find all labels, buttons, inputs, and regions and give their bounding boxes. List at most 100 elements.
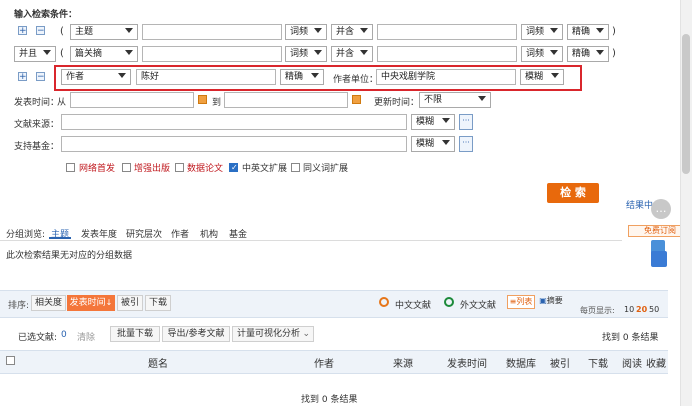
calendar-icon[interactable]: [352, 95, 361, 104]
select-all-checkbox[interactable]: [6, 356, 15, 365]
fund-label: 支持基金：: [14, 142, 60, 152]
export-button[interactable]: 导出/参考文献: [162, 326, 230, 342]
paren-close: ): [612, 26, 616, 37]
result-in-link[interactable]: 结果中: [626, 198, 653, 211]
keyword-input-2[interactable]: [377, 24, 517, 40]
keyword-input-1[interactable]: [142, 24, 282, 40]
operator-select-1[interactable]: 并含: [331, 24, 373, 40]
batch-download-button[interactable]: 批量下载: [110, 326, 160, 342]
operator-select-2[interactable]: 并含: [331, 46, 373, 62]
found-count-top: 找到 0 条结果: [602, 333, 659, 343]
match-type-select-1[interactable]: 词频: [285, 24, 327, 40]
group-tab-level[interactable]: 研究层次: [126, 227, 162, 240]
match-type-select-3[interactable]: 词频: [285, 46, 327, 62]
checkbox-online-first[interactable]: [66, 163, 75, 172]
unit-label: 作者单位：: [333, 75, 379, 85]
clear-link[interactable]: 清除: [77, 330, 95, 343]
lang-en[interactable]: 外文文献: [460, 298, 496, 311]
field-select-2[interactable]: 篇关摘: [70, 46, 138, 62]
date-from-input[interactable]: [70, 92, 194, 108]
match-type-select-2[interactable]: 词频: [521, 24, 563, 40]
checkbox-label: 数据论文: [187, 164, 224, 174]
field-select-1[interactable]: 主题: [70, 24, 138, 40]
author-precision-select[interactable]: 精确: [280, 69, 324, 85]
source-label: 文献来源：: [14, 120, 60, 130]
chevron-down-icon: ⌄: [302, 329, 310, 339]
checkbox-cn-en-expand[interactable]: [229, 163, 238, 172]
paren-open: (: [60, 48, 64, 59]
col-database[interactable]: 数据库: [506, 355, 536, 370]
selected-label: 已选文献:: [18, 333, 58, 343]
group-tab-author[interactable]: 作者: [171, 227, 189, 240]
sort-cited[interactable]: 被引: [117, 295, 143, 311]
group-tab-year[interactable]: 发表年度: [81, 227, 117, 240]
col-cited[interactable]: 被引: [550, 355, 570, 370]
add-author-icon[interactable]: +: [18, 72, 27, 82]
logic-select-2[interactable]: 并且: [14, 46, 56, 62]
per-page-50[interactable]: 50: [649, 305, 659, 314]
foreign-literature-icon[interactable]: [444, 297, 454, 307]
col-title[interactable]: 题名: [148, 355, 168, 370]
unit-input[interactable]: 中央戏剧学院: [376, 69, 516, 85]
keyword-input-4[interactable]: [377, 46, 517, 62]
source-input[interactable]: [61, 114, 407, 130]
checkbox-label: 网络首发: [79, 164, 116, 174]
col-source[interactable]: 来源: [393, 355, 413, 370]
author-input[interactable]: 陈好: [136, 69, 276, 85]
sort-relevance[interactable]: 相关度: [31, 295, 66, 311]
sort-publish-time[interactable]: 发表时间↓: [67, 295, 115, 311]
publish-time-label: 发表时间：: [14, 98, 60, 108]
lang-cn[interactable]: 中文文献: [395, 298, 431, 311]
col-read[interactable]: 阅读: [622, 355, 642, 370]
feedback-icon[interactable]: …: [651, 199, 671, 219]
per-page-label: 每页显示:: [580, 306, 615, 315]
view-list-button[interactable]: ≡列表: [507, 295, 535, 309]
col-publish-time[interactable]: 发表时间: [447, 355, 487, 370]
chinese-literature-icon[interactable]: [379, 297, 389, 307]
checkbox-synonym-expand[interactable]: [291, 163, 300, 172]
col-favorite[interactable]: 收藏: [646, 355, 666, 370]
match-type-select-4[interactable]: 词频: [521, 46, 563, 62]
list-icon[interactable]: [651, 251, 667, 267]
update-time-select[interactable]: 不限: [419, 92, 491, 108]
remove-author-icon[interactable]: −: [36, 72, 45, 82]
author-field-select[interactable]: 作者: [61, 69, 131, 85]
keyword-input-3[interactable]: [142, 46, 282, 62]
to-label: 到: [212, 98, 222, 108]
add-row-icon[interactable]: +: [18, 26, 27, 36]
fund-precision-select[interactable]: 模糊: [411, 136, 455, 152]
col-download[interactable]: 下载: [588, 355, 608, 370]
group-tab-institution[interactable]: 机构: [200, 227, 218, 240]
more-options-icon[interactable]: ···: [459, 136, 473, 152]
group-tab-fund[interactable]: 基金: [229, 227, 247, 240]
unit-precision-select[interactable]: 模糊: [520, 69, 564, 85]
search-title: 输入检索条件：: [14, 10, 78, 20]
precision-select-1[interactable]: 精确: [567, 24, 609, 40]
selected-count: 0: [61, 330, 67, 340]
search-button[interactable]: 检 索: [547, 183, 599, 203]
sort-label: 排序:: [8, 301, 30, 311]
precision-select-2[interactable]: 精确: [567, 46, 609, 62]
view-abstract-button[interactable]: ▣摘要: [537, 295, 565, 309]
found-count-bottom: 找到 0 条结果: [301, 395, 358, 405]
scrollbar-thumb[interactable]: [682, 34, 690, 174]
update-time-label: 更新时间：: [374, 98, 420, 108]
checkbox-label: 中英文扩展: [242, 164, 288, 174]
remove-row-icon[interactable]: −: [36, 26, 45, 36]
checkbox-label: 同义词扩展: [303, 164, 349, 174]
from-label: 从: [57, 98, 67, 108]
checkbox-enhanced[interactable]: [122, 163, 131, 172]
checkbox-data-paper[interactable]: [175, 163, 184, 172]
fund-input[interactable]: [61, 136, 407, 152]
active-tab-underline: [49, 237, 71, 239]
more-options-icon[interactable]: ···: [459, 114, 473, 130]
per-page-10[interactable]: 10: [624, 305, 634, 314]
paren-open: (: [60, 26, 64, 37]
per-page-20[interactable]: 20: [636, 305, 647, 314]
visual-analysis-dropdown[interactable]: 计量可视化分析 ⌄: [232, 326, 314, 342]
calendar-icon[interactable]: [198, 95, 207, 104]
date-to-input[interactable]: [224, 92, 348, 108]
source-precision-select[interactable]: 模糊: [411, 114, 455, 130]
col-author[interactable]: 作者: [314, 355, 334, 370]
sort-download[interactable]: 下载: [145, 295, 171, 311]
